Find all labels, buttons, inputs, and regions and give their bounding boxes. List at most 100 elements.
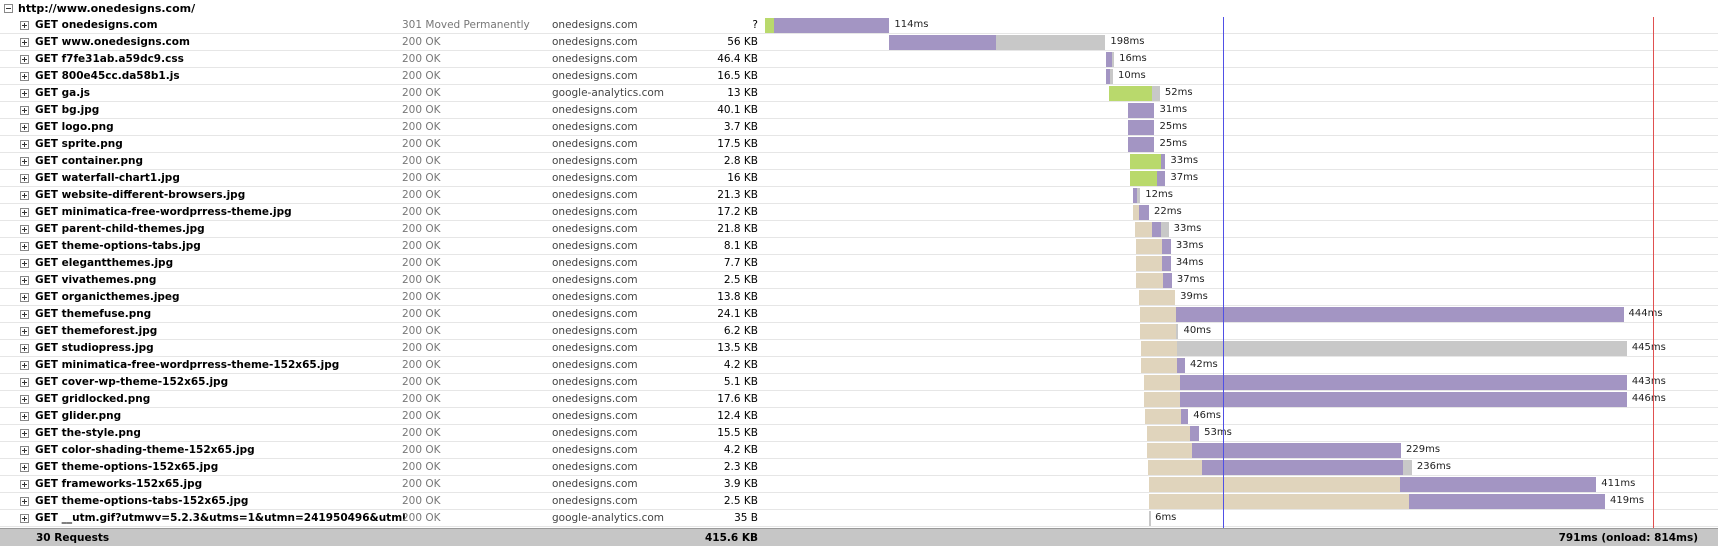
expand-icon[interactable]: [20, 480, 29, 489]
request-row[interactable]: GET sprite.png 200 OK onedesigns.com 17.5 K…: [0, 136, 1718, 153]
request-status: 200 OK: [402, 172, 441, 184]
expand-icon[interactable]: [20, 38, 29, 47]
page-header-row[interactable]: http://www.onedesigns.com/: [0, 0, 1718, 17]
request-status: 200 OK: [402, 189, 441, 201]
request-status: 200 OK: [402, 36, 441, 48]
request-row[interactable]: GET studiopress.jpg 200 OK onedesigns.com 1…: [0, 340, 1718, 357]
expand-icon[interactable]: [20, 276, 29, 285]
request-name: GET ga.js: [35, 87, 91, 99]
waiting-segment: [1177, 358, 1185, 373]
request-row[interactable]: GET theme-options-152x65.jpg 200 OK onedes…: [0, 459, 1718, 476]
request-row[interactable]: GET theme-options-tabs-152x65.jpg 200 OK o…: [0, 493, 1718, 510]
expand-icon[interactable]: [20, 106, 29, 115]
request-size: 13 KB: [727, 87, 758, 99]
request-duration: 25ms: [1159, 138, 1188, 149]
collapse-icon[interactable]: [4, 4, 13, 13]
expand-icon[interactable]: [20, 293, 29, 302]
expand-icon[interactable]: [20, 514, 29, 523]
expand-icon[interactable]: [20, 140, 29, 149]
request-row[interactable]: GET waterfall-chart1.jpg 200 OK onedesigns…: [0, 170, 1718, 187]
request-row[interactable]: GET gridlocked.png 200 OK onedesigns.com 17…: [0, 391, 1718, 408]
request-row[interactable]: GET minimatica-free-wordprress-theme-152…: [0, 357, 1718, 374]
expand-icon[interactable]: [20, 89, 29, 98]
expand-icon[interactable]: [20, 310, 29, 319]
request-size: 8.1 KB: [723, 240, 758, 252]
request-row[interactable]: GET cover-wp-theme-152x65.jpg 200 OK onede…: [0, 374, 1718, 391]
expand-icon[interactable]: [20, 361, 29, 370]
request-domain: google-analytics.com: [552, 512, 665, 524]
request-row[interactable]: GET theme-options-tabs.jpg 200 OK onedesig…: [0, 238, 1718, 255]
expand-icon[interactable]: [20, 344, 29, 353]
expand-icon[interactable]: [20, 259, 29, 268]
timeline-bar: 37ms: [765, 272, 1718, 288]
request-row[interactable]: GET minimatica-free-wordprress-theme.jpg…: [0, 204, 1718, 221]
expand-icon[interactable]: [20, 446, 29, 455]
waiting-segment: [1161, 154, 1166, 169]
expand-icon[interactable]: [20, 378, 29, 387]
request-row[interactable]: GET vivathemes.png 200 OK onedesigns.com 2.…: [0, 272, 1718, 289]
request-row[interactable]: GET frameworks-152x65.jpg 200 OK onedesign…: [0, 476, 1718, 493]
timeline-bar: 40ms: [765, 323, 1718, 339]
request-domain: onedesigns.com: [552, 427, 638, 439]
timeline-bar: 419ms: [765, 493, 1718, 509]
total-time: 791ms (onload: 814ms): [1558, 532, 1698, 544]
expand-icon[interactable]: [20, 395, 29, 404]
expand-icon[interactable]: [20, 225, 29, 234]
request-row[interactable]: GET website-different-browsers.jpg 200 OK…: [0, 187, 1718, 204]
expand-icon[interactable]: [20, 191, 29, 200]
expand-icon[interactable]: [20, 208, 29, 217]
timeline-bar: 411ms: [765, 476, 1718, 492]
request-name: GET glider.png: [35, 410, 122, 422]
expand-icon[interactable]: [20, 21, 29, 30]
request-duration: 114ms: [894, 19, 929, 30]
request-name: GET theme-options-152x65.jpg: [35, 461, 219, 473]
expand-icon[interactable]: [20, 55, 29, 64]
expand-icon[interactable]: [20, 463, 29, 472]
expand-icon[interactable]: [20, 72, 29, 81]
request-size: 16.5 KB: [717, 70, 758, 82]
request-row[interactable]: GET logo.png 200 OK onedesigns.com 3.7 KB 25…: [0, 119, 1718, 136]
request-size: 2.5 KB: [723, 495, 758, 507]
expand-icon[interactable]: [20, 174, 29, 183]
request-row[interactable]: GET bg.jpg 200 OK onedesigns.com 40.1 KB 31m…: [0, 102, 1718, 119]
request-duration: 444ms: [1628, 308, 1663, 319]
timeline-bar: 114ms: [765, 17, 1718, 33]
request-row[interactable]: GET glider.png 200 OK onedesigns.com 12.4 K…: [0, 408, 1718, 425]
expand-icon[interactable]: [20, 123, 29, 132]
request-row[interactable]: GET 800e45cc.da58b1.js 200 OK onedesigns.c…: [0, 68, 1718, 85]
request-row[interactable]: GET the-style.png 200 OK onedesigns.com 15.…: [0, 425, 1718, 442]
request-row[interactable]: GET container.png 200 OK onedesigns.com 2.8…: [0, 153, 1718, 170]
request-row[interactable]: GET www.onedesigns.com 200 OK onedesigns.c…: [0, 34, 1718, 51]
summary-footer: 30 Requests 415.6 KB 791ms (onload: 814m…: [0, 528, 1718, 546]
request-name: GET __utm.gif?utmwv=5.2.3&utms=1&utmn=24…: [35, 512, 406, 524]
request-domain: onedesigns.com: [552, 189, 638, 201]
timeline-bar: 198ms: [765, 34, 1718, 50]
timeline-bar: 46ms: [765, 408, 1718, 424]
request-name: GET logo.png: [35, 121, 114, 133]
request-row[interactable]: GET parent-child-themes.jpg 200 OK onedesi…: [0, 221, 1718, 238]
request-duration: 198ms: [1110, 36, 1145, 47]
expand-icon[interactable]: [20, 327, 29, 336]
blocked-segment: [1141, 341, 1178, 356]
request-row[interactable]: GET themefuse.png 200 OK onedesigns.com 24.…: [0, 306, 1718, 323]
waiting-segment: [1399, 477, 1597, 492]
request-row[interactable]: GET color-shading-theme-152x65.jpg 200 OK…: [0, 442, 1718, 459]
request-row[interactable]: GET __utm.gif?utmwv=5.2.3&utms=1&utmn=24…: [0, 510, 1718, 527]
timeline-bar: 10ms: [765, 68, 1718, 84]
expand-icon[interactable]: [20, 412, 29, 421]
request-domain: onedesigns.com: [552, 308, 638, 320]
request-status: 200 OK: [402, 223, 441, 235]
expand-icon[interactable]: [20, 242, 29, 251]
expand-icon[interactable]: [20, 497, 29, 506]
request-row[interactable]: GET f7fe31ab.a59dc9.css 200 OK onedesigns.…: [0, 51, 1718, 68]
waiting-segment: [1202, 460, 1404, 475]
request-row[interactable]: GET ga.js 200 OK google-analytics.com 13 KB…: [0, 85, 1718, 102]
request-name: GET f7fe31ab.a59dc9.css: [35, 53, 184, 65]
request-row[interactable]: GET elegantthemes.jpg 200 OK onedesigns.co…: [0, 255, 1718, 272]
request-duration: 33ms: [1175, 240, 1204, 251]
request-row[interactable]: GET themeforest.jpg 200 OK onedesigns.com 6…: [0, 323, 1718, 340]
expand-icon[interactable]: [20, 157, 29, 166]
request-row[interactable]: GET onedesigns.com 301 Moved Permanently o…: [0, 17, 1718, 34]
expand-icon[interactable]: [20, 429, 29, 438]
request-row[interactable]: GET organicthemes.jpeg 200 OK onedesigns.c…: [0, 289, 1718, 306]
